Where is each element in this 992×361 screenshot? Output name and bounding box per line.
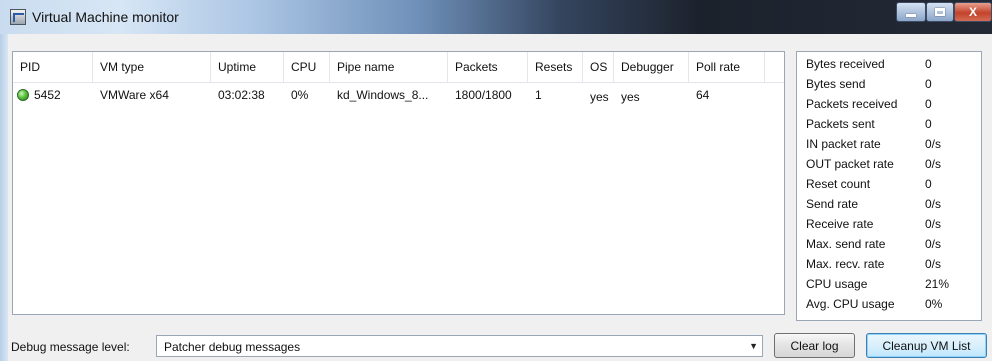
monitor-app-icon [10, 9, 26, 25]
debug-level-value: Patcher debug messages [164, 340, 301, 354]
column-header-resets[interactable]: Resets [528, 52, 583, 82]
stat-row: Max. recv. rate 0/s [797, 254, 981, 274]
stat-row: Avg. CPU usage 0% [797, 294, 981, 314]
stat-label: Bytes received [806, 57, 885, 71]
table-row[interactable]: 5452 VMWare x64 03:02:38 0% kd_Windows_8… [13, 83, 784, 109]
stat-value: 0 [925, 177, 932, 191]
stat-row: OUT packet rate 0/s [797, 154, 981, 174]
stat-row: Packets received 0 [797, 94, 981, 114]
stat-row: Bytes received 0 [797, 54, 981, 74]
column-header-vm-type[interactable]: VM type [93, 52, 211, 82]
stat-label: Max. send rate [806, 237, 886, 251]
column-header-debugger[interactable]: Debugger [614, 52, 689, 82]
stat-value: 0 [925, 97, 932, 111]
close-button[interactable]: X [954, 2, 992, 22]
stat-value: 0/s [925, 217, 942, 231]
stat-label: Reset count [806, 177, 871, 191]
stat-label: CPU usage [806, 277, 868, 291]
dropdown-arrow-icon[interactable]: ▼ [749, 341, 758, 351]
stat-value: 0 [925, 117, 932, 131]
cell-cpu: 0% [291, 88, 309, 102]
close-icon: X [968, 5, 977, 19]
stat-value: 21% [925, 277, 950, 291]
stat-row: IN packet rate 0/s [797, 134, 981, 154]
stat-row: Reset count 0 [797, 174, 981, 194]
debug-level-label: Debug message level: [11, 340, 130, 354]
stat-value: 0/s [925, 237, 942, 251]
maximize-icon [935, 8, 945, 16]
cell-debugger: yes [621, 90, 640, 104]
column-header-cpu[interactable]: CPU [284, 52, 330, 82]
column-header-pipe-name[interactable]: Pipe name [330, 52, 448, 82]
cell-vm-type: VMWare x64 [100, 88, 169, 102]
column-header-packets[interactable]: Packets [448, 52, 528, 82]
stat-row: Packets sent 0 [797, 114, 981, 134]
stat-label: Packets sent [806, 117, 875, 131]
stat-label: Packets received [806, 97, 898, 111]
window-border [0, 34, 8, 361]
column-header-os[interactable]: OS [583, 52, 614, 82]
column-header-poll-rate[interactable]: Poll rate [689, 52, 765, 82]
cleanup-vm-list-button[interactable]: Cleanup VM List [866, 333, 987, 358]
cell-packets: 1800/1800 [455, 88, 512, 102]
cell-pid: 5452 [13, 83, 93, 109]
stat-value: 0/s [925, 137, 942, 151]
title-bar[interactable]: Virtual Machine monitor X [0, 0, 992, 34]
window-title: Virtual Machine monitor [32, 9, 179, 25]
stat-label: Bytes send [806, 77, 866, 91]
stat-row: Receive rate 0/s [797, 214, 981, 234]
stat-label: Max. recv. rate [806, 257, 885, 271]
vm-monitor-window: Virtual Machine monitor X PID VM type Up… [0, 0, 992, 361]
vm-list-header: PID VM type Uptime CPU Pipe name Packets… [13, 52, 784, 83]
stat-value: 0 [925, 77, 932, 91]
cell-pipe-name: kd_Windows_8... [337, 88, 429, 102]
stat-label: Send rate [806, 197, 859, 211]
stat-value: 0/s [925, 197, 942, 211]
clear-log-button[interactable]: Clear log [774, 333, 855, 358]
statistics-panel: Bytes received 0 Bytes send 0 Packets rece… [796, 51, 982, 321]
green-status-icon [17, 89, 29, 101]
vm-list[interactable]: PID VM type Uptime CPU Pipe name Packets… [12, 51, 785, 315]
stat-value: 0% [925, 297, 943, 311]
maximize-button[interactable] [926, 2, 954, 22]
column-header-uptime[interactable]: Uptime [211, 52, 284, 82]
column-header-pid[interactable]: PID [13, 52, 93, 82]
cell-resets: 1 [535, 88, 542, 102]
stat-row: CPU usage 21% [797, 274, 981, 294]
stat-value: 0/s [925, 157, 942, 171]
pid-value: 5452 [34, 88, 61, 102]
cell-uptime: 03:02:38 [218, 88, 265, 102]
stat-label: IN packet rate [806, 137, 881, 151]
stat-label: Avg. CPU usage [806, 297, 895, 311]
cell-os: yes [590, 90, 609, 104]
debug-level-select[interactable]: Patcher debug messages ▼ [156, 335, 763, 357]
cell-poll-rate: 64 [696, 88, 710, 102]
minimize-icon [906, 14, 916, 17]
stat-label: OUT packet rate [806, 157, 894, 171]
stat-value: 0 [925, 57, 932, 71]
stat-value: 0/s [925, 257, 942, 271]
stat-row: Bytes send 0 [797, 74, 981, 94]
minimize-button[interactable] [896, 2, 926, 22]
stat-row: Send rate 0/s [797, 194, 981, 214]
stat-row: Max. send rate 0/s [797, 234, 981, 254]
stat-label: Receive rate [806, 217, 874, 231]
